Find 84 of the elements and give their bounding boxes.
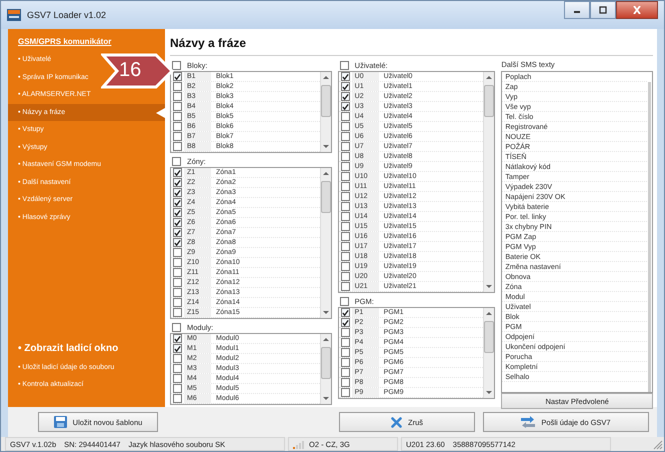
minimize-button[interactable]	[564, 1, 590, 19]
checkbox[interactable]	[340, 328, 350, 337]
checkbox[interactable]	[340, 162, 350, 171]
checkbox[interactable]	[173, 268, 182, 277]
checkbox[interactable]	[173, 112, 182, 121]
checkbox[interactable]	[340, 122, 350, 131]
checkbox[interactable]	[340, 318, 350, 327]
scrollbar[interactable]	[483, 72, 494, 292]
checkbox[interactable]	[173, 82, 182, 91]
checkbox[interactable]	[340, 388, 350, 397]
checkbox[interactable]	[173, 218, 182, 227]
checkbox[interactable]	[173, 122, 182, 131]
close-icon	[632, 6, 642, 14]
checkbox[interactable]	[173, 142, 182, 151]
checkbox[interactable]	[340, 92, 350, 101]
checkbox[interactable]	[173, 334, 182, 343]
checkbox[interactable]	[173, 278, 182, 287]
page-title: Názvy a fráze	[170, 33, 653, 56]
checkbox[interactable]	[340, 378, 350, 387]
checkbox[interactable]	[172, 156, 181, 166]
window-title: GSV7 Loader v1.02	[27, 10, 106, 20]
checkbox[interactable]	[173, 384, 182, 393]
checkbox[interactable]	[340, 132, 350, 141]
checkbox[interactable]	[340, 252, 350, 261]
checkbox[interactable]	[340, 212, 350, 221]
checkbox[interactable]	[340, 338, 350, 347]
checkbox[interactable]	[172, 60, 181, 70]
checkbox[interactable]	[340, 142, 350, 151]
transfer-arrows-icon	[521, 416, 536, 428]
checkbox[interactable]	[340, 296, 349, 306]
checkbox[interactable]	[173, 178, 182, 187]
checkbox[interactable]	[340, 242, 350, 251]
cross-icon	[391, 416, 402, 428]
checkbox[interactable]	[173, 364, 182, 373]
checkbox[interactable]	[340, 172, 350, 181]
app-icon	[7, 9, 21, 21]
checkbox[interactable]	[173, 208, 182, 217]
checkbox[interactable]	[340, 112, 350, 121]
checkbox[interactable]	[340, 152, 350, 161]
checkbox[interactable]	[340, 102, 350, 111]
checkbox[interactable]	[173, 248, 182, 257]
scrollbar[interactable]	[483, 308, 494, 398]
checkbox[interactable]	[173, 298, 182, 307]
scrollbar[interactable]	[320, 168, 331, 318]
maximize-icon	[598, 6, 608, 14]
checkbox[interactable]	[173, 102, 182, 111]
checkbox[interactable]	[340, 308, 350, 317]
checkbox[interactable]	[173, 238, 182, 247]
checkbox[interactable]	[340, 72, 350, 81]
checkbox[interactable]	[173, 188, 182, 197]
checkbox[interactable]	[340, 272, 350, 281]
scrollbar[interactable]	[648, 82, 651, 392]
checkbox[interactable]	[173, 258, 182, 267]
checkbox[interactable]	[340, 222, 350, 231]
checkbox[interactable]	[340, 348, 350, 357]
checkbox[interactable]	[340, 232, 350, 241]
checkbox[interactable]	[172, 322, 181, 332]
checkbox[interactable]	[340, 82, 350, 91]
resize-grip-icon[interactable]	[653, 440, 663, 450]
checkbox[interactable]	[340, 262, 350, 271]
checkbox[interactable]	[173, 168, 182, 177]
checkbox[interactable]	[340, 182, 350, 191]
maximize-button[interactable]	[590, 1, 616, 19]
checkbox[interactable]	[173, 308, 182, 317]
checkbox[interactable]	[173, 394, 182, 403]
checkbox[interactable]	[173, 72, 182, 81]
checkbox[interactable]	[173, 228, 182, 237]
checkbox[interactable]	[340, 202, 350, 211]
checkbox[interactable]	[173, 354, 182, 363]
checkbox[interactable]	[173, 132, 182, 141]
checkbox[interactable]	[173, 92, 182, 101]
signal-icon	[293, 440, 305, 448]
checkbox[interactable]	[340, 358, 350, 367]
scrollbar[interactable]	[320, 334, 331, 404]
checkbox[interactable]	[173, 198, 182, 207]
checkbox[interactable]	[173, 288, 182, 297]
checkbox[interactable]	[340, 282, 350, 291]
checkbox[interactable]	[340, 192, 350, 201]
checkbox[interactable]	[173, 374, 182, 383]
checkbox[interactable]	[173, 344, 182, 353]
checkbox[interactable]	[340, 368, 350, 377]
checkbox[interactable]	[340, 60, 349, 70]
close-button[interactable]	[616, 1, 658, 19]
scrollbar[interactable]	[320, 72, 331, 152]
